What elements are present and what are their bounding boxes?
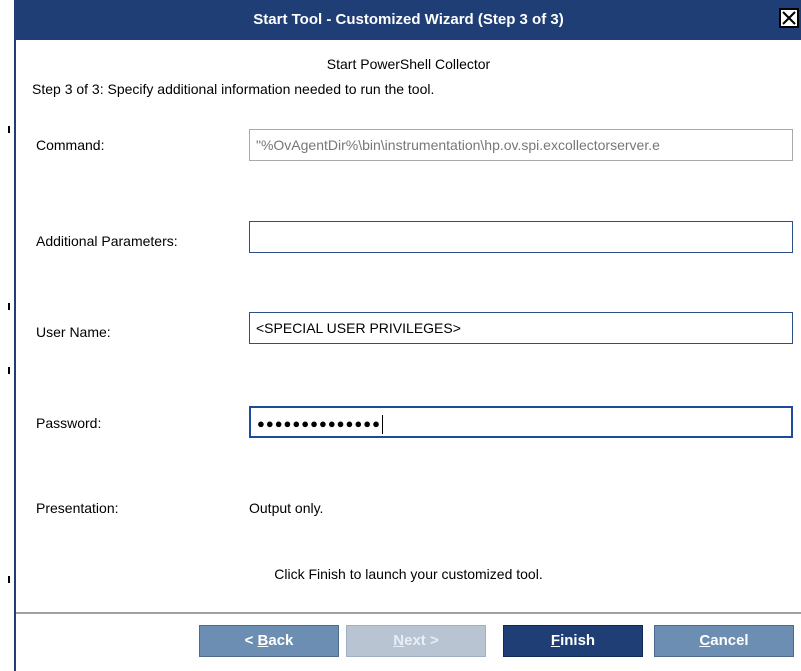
additional-parameters-field[interactable] xyxy=(249,221,793,253)
command-label: Command: xyxy=(36,137,105,153)
wizard-dialog: Start Tool - Customized Wizard (Step 3 o… xyxy=(14,0,801,671)
cancel-mnemonic: C xyxy=(699,632,711,649)
password-value: ●●●●●●●●●●●●●● xyxy=(257,416,381,431)
presentation-value: Output only. xyxy=(249,500,324,516)
password-field[interactable]: ●●●●●●●●●●●●●● xyxy=(249,406,793,438)
close-icon xyxy=(782,11,796,25)
footer-divider xyxy=(16,612,801,614)
finish-hint: Click Finish to launch your customized t… xyxy=(274,566,543,582)
cancel-button[interactable]: Cancel xyxy=(654,625,794,657)
title-bar[interactable]: Start Tool - Customized Wizard (Step 3 o… xyxy=(16,0,801,40)
edge-mark xyxy=(8,126,10,133)
back-button[interactable]: < Back xyxy=(199,625,339,657)
password-label: Password: xyxy=(36,415,102,431)
edge-mark xyxy=(8,367,10,374)
background-left-strip xyxy=(0,0,14,671)
wizard-subtitle: Start PowerShell Collector xyxy=(326,56,491,72)
user-name-field[interactable]: <SPECIAL USER PRIVILEGES> xyxy=(249,312,793,344)
next-button[interactable]: Next > xyxy=(346,625,486,657)
finish-mnemonic: F xyxy=(550,632,561,649)
next-mnemonic: N xyxy=(393,632,405,649)
cancel-label: ancel xyxy=(710,632,749,649)
next-label: ext > xyxy=(404,632,439,649)
finish-label: inish xyxy=(560,632,596,649)
additional-parameters-label: Additional Parameters: xyxy=(36,233,178,249)
edge-mark xyxy=(8,576,10,583)
back-mnemonic: B xyxy=(257,632,269,649)
dialog-title: Start Tool - Customized Wizard (Step 3 o… xyxy=(253,11,564,28)
presentation-label: Presentation: xyxy=(36,500,119,516)
user-name-label: User Name: xyxy=(36,324,111,340)
close-button[interactable] xyxy=(779,8,799,28)
text-caret xyxy=(381,414,383,434)
step-description: Step 3 of 3: Specify additional informat… xyxy=(32,81,435,97)
finish-button[interactable]: Finish xyxy=(503,625,643,657)
command-field[interactable]: "%OvAgentDir%\bin\instrumentation\hp.ov.… xyxy=(249,129,793,161)
edge-mark xyxy=(8,303,10,310)
back-label: ack xyxy=(268,632,294,649)
back-prefix: < xyxy=(244,632,258,649)
